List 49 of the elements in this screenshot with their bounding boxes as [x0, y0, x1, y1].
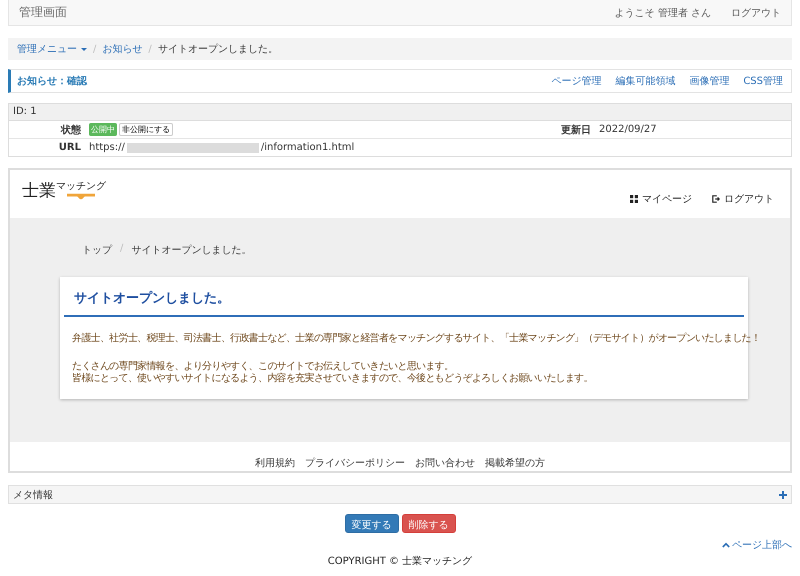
handshake-icon [66, 193, 96, 200]
field-label: URL [58, 142, 82, 153]
field-label: 状態 [60, 124, 82, 136]
breadcrumb-separator: / [93, 44, 96, 54]
panel-title: お知らせ：確認 [17, 74, 87, 88]
footer-link[interactable]: プライバシーポリシー [305, 456, 405, 470]
logout-icon [712, 195, 720, 203]
breadcrumb-link[interactable]: トップ [82, 243, 112, 257]
id-label: ID: 1 [9, 104, 791, 121]
nav-link[interactable]: 画像管理 [689, 74, 730, 88]
chevron-up-icon [722, 542, 730, 548]
welcome-text: ようこそ 管理者 さん [614, 6, 711, 20]
breadcrumb-separator: / [148, 44, 152, 54]
url-text: /information1.html [260, 142, 354, 153]
breadcrumb-current: サイトオープンしました。 [131, 244, 252, 257]
nav-link[interactable]: ページ管理 [551, 74, 602, 88]
footer-link[interactable]: お問い合わせ [415, 456, 475, 470]
meta-info-bar[interactable]: メタ情報 [8, 485, 792, 504]
submit-button[interactable]: 変更する [344, 514, 398, 533]
logo-text: 士業 [22, 180, 56, 202]
meta-label: メタ情報 [13, 488, 53, 502]
copyright-text: COPYRIGHT © 士業マッチング [328, 554, 472, 568]
caret-icon[interactable] [81, 48, 87, 50]
breadcrumb-current: サイトオープンしました。 [158, 42, 278, 56]
logout-link[interactable]: ログアウト [731, 6, 781, 20]
plus-icon[interactable] [779, 490, 787, 498]
footer-link[interactable]: 掲載希望の方 [485, 456, 545, 470]
breadcrumb-separator: / [120, 243, 124, 256]
delete-button[interactable]: 削除する [402, 514, 456, 533]
nav-link[interactable]: マイページ [630, 192, 692, 206]
grid-icon [630, 195, 638, 203]
nav-link[interactable]: CSS管理 [743, 74, 783, 88]
article-text-line: 弁護士、社労士、税理士、司法書士、行政書士など、士業の専門家と経営者をマッチングするサイト、「士業マッチング」（デモサイト）がオープンいたしました！ [72, 333, 760, 345]
breadcrumb-link[interactable]: 管理メニュー [17, 42, 77, 56]
status-badge: 公開中 [89, 123, 117, 136]
article-text-line: 皆様にとって、使いやすいサイトになるよう、内容を充実させていきますので、今後ともどうぞよろしくお願いいたします。 [72, 373, 593, 385]
nav-link[interactable]: ログアウト [712, 192, 774, 206]
nav-link[interactable]: 編集可能領域 [615, 74, 676, 88]
footer-link[interactable]: 利用規約 [255, 456, 295, 470]
url-text: https:// [89, 142, 125, 153]
logo-text: マッチング [56, 180, 106, 193]
breadcrumb-link[interactable]: お知らせ [102, 42, 142, 56]
field-label: 更新日 [560, 123, 592, 136]
article-text-line: たくさんの専門家情報を、より分りやすく、このサイトでお伝えしていきたいと思います。 [72, 361, 454, 372]
article-title: サイトオープンしました。 [64, 277, 744, 317]
unpublish-button[interactable]: 非公開にする [119, 123, 173, 136]
page-top-link[interactable]: ページ上部へ [722, 538, 792, 552]
admin-title: 管理画面 [19, 4, 67, 21]
date-value: 2022/09/27 [599, 124, 657, 135]
